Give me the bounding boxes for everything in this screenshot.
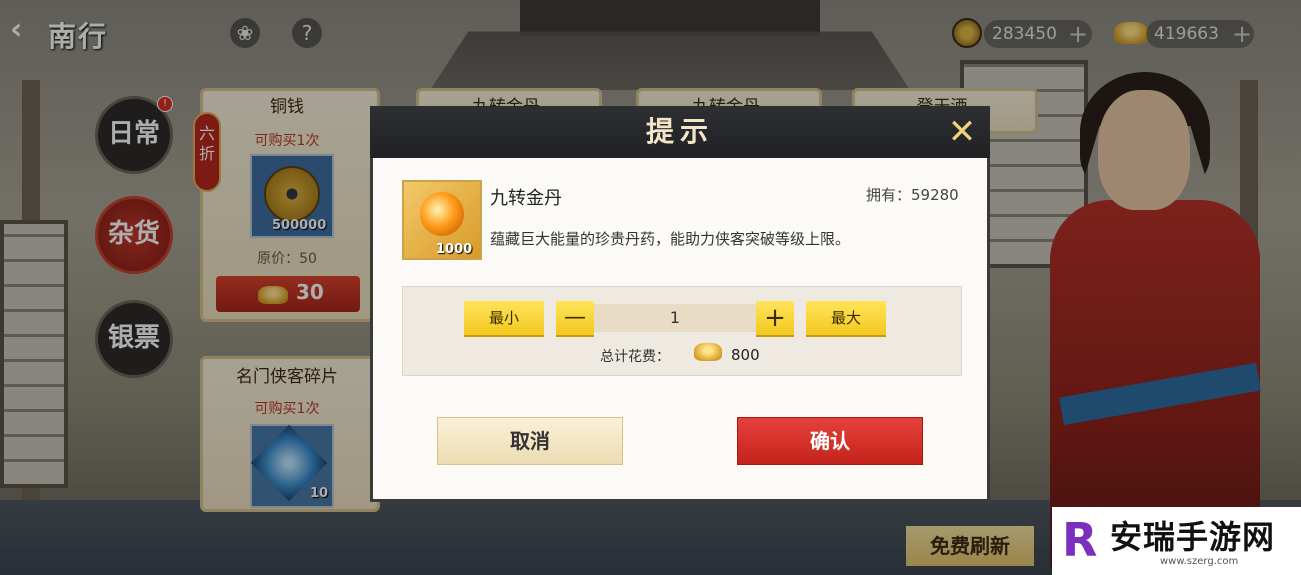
- gold-ingot-icon: [694, 343, 722, 361]
- quantity-input[interactable]: 1: [594, 304, 756, 332]
- cancel-button[interactable]: 取消: [437, 417, 623, 465]
- total-cost-value: 800: [731, 346, 760, 364]
- owned-count: 拥有：59280: [866, 186, 959, 204]
- confirm-button[interactable]: 确认: [737, 417, 923, 465]
- watermark-logo: R: [1062, 513, 1098, 567]
- max-quantity-button[interactable]: 最大: [806, 301, 886, 335]
- increase-button[interactable]: +: [756, 301, 794, 335]
- close-icon[interactable]: ✕: [944, 114, 980, 150]
- decrease-button[interactable]: —: [556, 301, 594, 335]
- item-description: 蕴藏巨大能量的珍贵丹药，能助力侠客突破等级上限。: [490, 230, 851, 248]
- dialog-title: 提示: [645, 115, 714, 148]
- watermark-url: www.szerg.com: [1160, 556, 1239, 567]
- watermark-text: 安瑞手游网: [1110, 518, 1276, 556]
- elixir-icon: [420, 192, 464, 236]
- item-quantity-tag: 1000: [436, 242, 473, 257]
- item-name: 九转金丹: [490, 188, 562, 209]
- total-cost-label: 总计花费：: [600, 349, 670, 365]
- min-quantity-button[interactable]: 最小: [464, 301, 544, 335]
